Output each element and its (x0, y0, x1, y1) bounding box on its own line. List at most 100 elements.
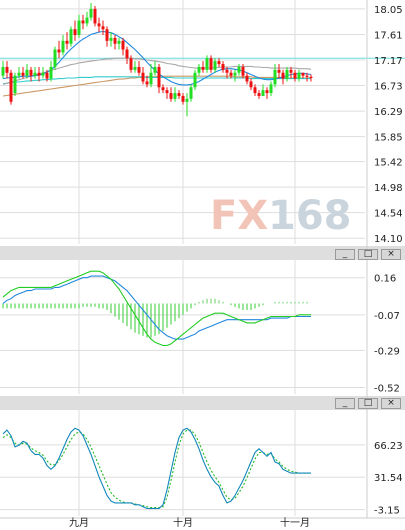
candle-body (221, 64, 225, 70)
price-tick-label: 17.17 (374, 56, 403, 67)
candle-body (5, 66, 9, 73)
candle-body (225, 69, 229, 73)
candle-body (205, 58, 209, 70)
price-tick-label: 14.98 (374, 183, 403, 194)
candle-body (21, 72, 25, 76)
candle-body (141, 72, 145, 82)
minimize-icon: _ (342, 398, 348, 408)
time-tick-label: 十一月 (280, 516, 310, 529)
candle-body (245, 75, 249, 82)
price-axis-labels: 18.05 17.61 17.17 16.73 16.29 15.85 15.42 14.98… (374, 5, 403, 245)
time-tick-label: 十月 (173, 516, 193, 529)
candle-body (93, 8, 97, 24)
candle-body (149, 72, 153, 85)
candle-body (201, 66, 205, 70)
minimize-icon: _ (342, 249, 348, 259)
candle-body (297, 72, 301, 79)
candle-body (285, 69, 289, 79)
candle-body (261, 90, 265, 96)
candle-body (301, 72, 305, 76)
kdj-tick-label: 31.54 (374, 473, 403, 484)
candle-body (9, 72, 13, 102)
candle-body (277, 69, 281, 73)
candle-body (29, 69, 33, 76)
price-panel-minimize-button[interactable]: _ (335, 249, 355, 260)
macd-tick-label: -0.07 (374, 311, 400, 322)
candle-body (217, 61, 221, 65)
candle-body (289, 69, 293, 73)
candle-body (85, 17, 89, 24)
candle-body (209, 58, 213, 70)
candle-body (273, 69, 277, 85)
candle-body (129, 58, 133, 70)
candle-body (17, 72, 21, 76)
candle-body (249, 81, 253, 88)
candle-body (233, 72, 237, 76)
candle-body (125, 49, 129, 59)
kdj-axis-labels: 66.23 31.54 -3.15 (374, 441, 403, 517)
macd-panel-restore-button[interactable]: □ (358, 398, 378, 409)
candle-body (281, 72, 285, 79)
candle-body (53, 49, 57, 67)
macd-dea-line (2, 275, 311, 340)
price-tick-label: 15.42 (374, 158, 403, 169)
macd-dif-line (2, 270, 311, 347)
candle-body (197, 66, 201, 73)
candle-body (37, 72, 41, 76)
watermark-168: 168 (268, 193, 352, 239)
candle-body (309, 76, 313, 78)
price-tick-label: 14.10 (374, 234, 403, 245)
macd-tick-label: -0.52 (374, 384, 400, 395)
price-tick-label: 16.73 (374, 82, 403, 93)
macd-panel: 0.16 -0.07 -0.29 -0.52 (0, 270, 400, 395)
candle-body (173, 93, 177, 99)
candle-body (97, 23, 101, 27)
candle-body (109, 37, 113, 41)
candle-body (121, 40, 125, 50)
candle-body (101, 26, 105, 30)
candle-body (41, 72, 45, 76)
kdj-tick-label: -3.15 (374, 506, 400, 517)
candle-body (185, 98, 189, 102)
macd-panel-minimize-button[interactable]: _ (335, 398, 355, 409)
candle-body (177, 93, 181, 96)
candle-body (293, 72, 297, 79)
candle-body (61, 40, 65, 53)
price-tick-label: 15.85 (374, 133, 403, 144)
candle-body (65, 40, 69, 44)
candle-body (305, 75, 309, 77)
kdj-panel: 66.23 31.54 -3.15 (0, 427, 403, 517)
close-icon: × (387, 249, 395, 259)
kdj-tick-label: 66.23 (374, 441, 403, 452)
price-panel-close-button[interactable]: × (381, 249, 401, 260)
candle-body (165, 90, 169, 94)
candle-body (153, 66, 157, 73)
candle-body (241, 66, 245, 76)
macd-panel-close-button[interactable]: × (381, 398, 401, 409)
restore-icon: □ (363, 398, 373, 408)
candle-body (257, 93, 261, 96)
watermark-fx: FX (210, 193, 268, 239)
macd-axis-labels: 0.16 -0.07 -0.29 -0.52 (374, 274, 400, 395)
candle-body (57, 49, 61, 53)
candle-body (25, 69, 29, 76)
restore-icon: □ (363, 249, 373, 259)
candle-body (13, 75, 17, 94)
candle-body (81, 20, 85, 24)
candle-body (1, 66, 5, 76)
candle-body (49, 66, 53, 79)
candle-body (69, 29, 73, 44)
price-panel-restore-button[interactable]: □ (358, 249, 378, 260)
price-tick-label: 18.05 (374, 5, 403, 16)
macd-lines (2, 270, 311, 347)
candle-body (181, 95, 185, 102)
candle-body (89, 8, 93, 18)
kdj-k-line (2, 427, 311, 510)
candle-body (33, 72, 37, 76)
candle-body (145, 81, 149, 85)
candle-body (213, 61, 217, 70)
macd-histogram (2, 298, 308, 338)
kdj-d-line (2, 429, 311, 509)
stock-chart: FX 168 18.05 17.61 17.17 16.73 16.29 15.85 15.… (0, 0, 405, 529)
price-tick-label: 17.61 (374, 30, 403, 41)
